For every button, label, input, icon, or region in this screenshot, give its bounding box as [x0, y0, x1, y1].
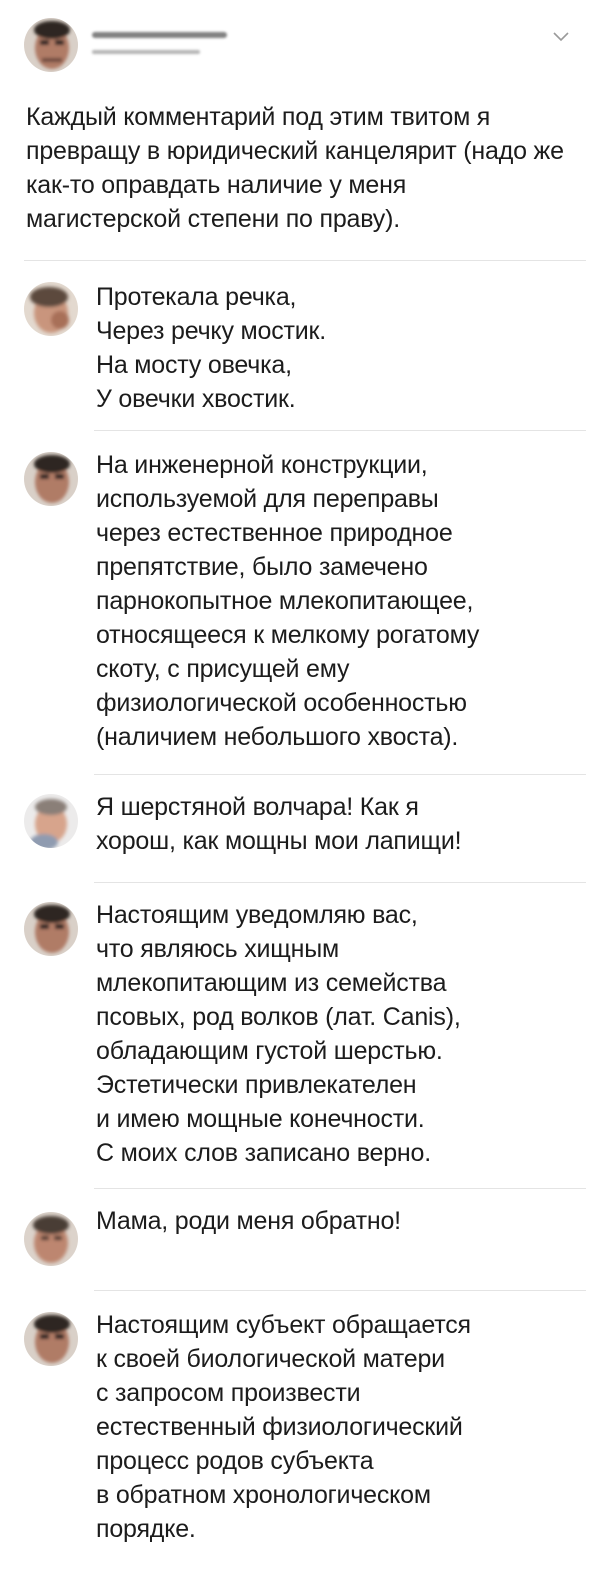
divider: [94, 882, 586, 883]
reply-avatar[interactable]: [24, 452, 78, 506]
reply-text: Я шерстяной волчара! Как я хорош, как мо…: [96, 793, 462, 855]
reply-avatar[interactable]: [24, 794, 78, 848]
reply-text: Мама, роди меня обратно!: [96, 1207, 401, 1235]
reply-avatar[interactable]: [24, 282, 78, 336]
reply-text: Настоящим уведомляю вас, что являюсь хищ…: [96, 901, 461, 1167]
divider: [24, 260, 586, 261]
tweet-text: Каждый комментарий под этим твитом я пре…: [26, 103, 564, 233]
author-avatar[interactable]: [24, 18, 78, 72]
tweet-header: [24, 18, 576, 78]
reply-avatar[interactable]: [24, 1212, 78, 1266]
divider: [94, 1290, 586, 1291]
author-handle-blurred: [92, 50, 200, 54]
divider: [94, 774, 586, 775]
divider: [94, 430, 586, 431]
author-name-blurred: [92, 32, 227, 38]
reply-text: Протекала речка, Через речку мостик. На …: [96, 283, 326, 413]
divider: [94, 1188, 586, 1189]
reply-text: На инженерной конструкции, используемой …: [96, 451, 480, 751]
chevron-down-icon[interactable]: [552, 30, 570, 42]
reply-avatar[interactable]: [24, 1312, 78, 1366]
reply-avatar[interactable]: [24, 902, 78, 956]
reply-text: Настоящим субъект обращается к своей био…: [96, 1311, 471, 1543]
